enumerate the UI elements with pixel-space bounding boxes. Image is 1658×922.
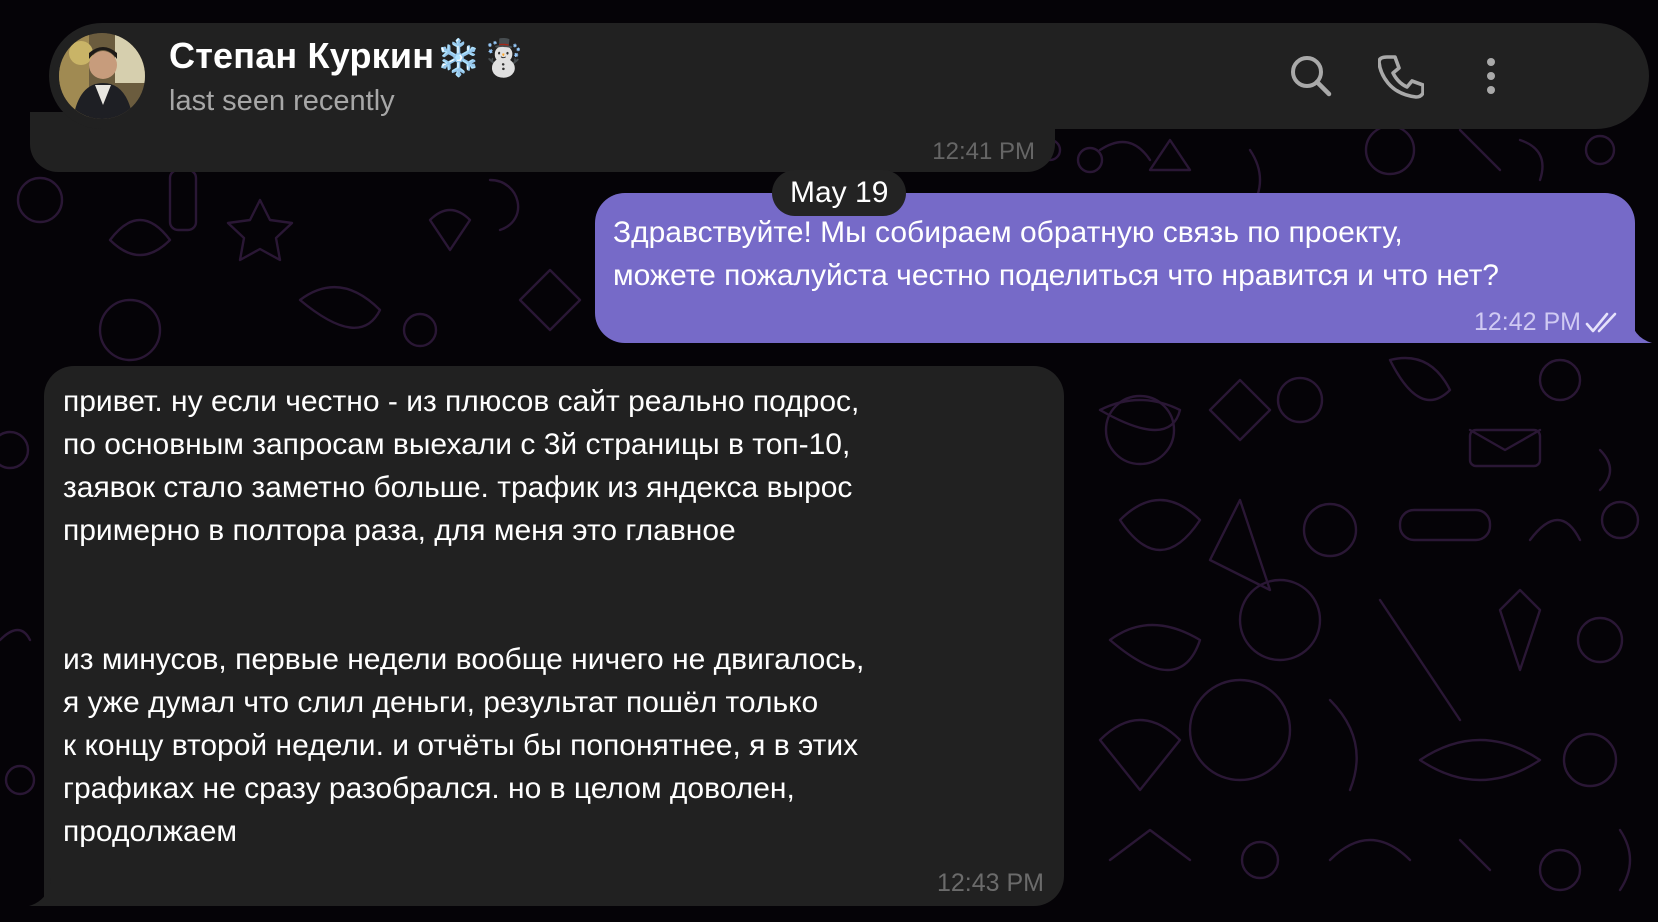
contact-name[interactable]: Степан Куркин❄️☃️ <box>169 35 526 79</box>
phone-icon <box>1378 55 1424 99</box>
avatar[interactable] <box>59 33 145 119</box>
incoming-message-line: продолжаем <box>63 815 238 848</box>
incoming-message-line: заявок стало заметно больше. трафик из я… <box>63 471 853 504</box>
outgoing-bubble-tail <box>1630 315 1652 343</box>
avatar-photo <box>59 33 145 119</box>
outgoing-message-line: Здравствуйте! Мы собираем обратную связь… <box>613 216 1403 249</box>
search-icon <box>1291 56 1332 97</box>
incoming-message-line: по основным запросам выехали с 3й страни… <box>63 428 851 461</box>
more-button[interactable] <box>1462 47 1520 105</box>
incoming-message[interactable]: привет. ну если честно - из плюсов сайт … <box>44 366 1064 906</box>
outgoing-message[interactable]: Здравствуйте! Мы собираем обратную связь… <box>595 193 1635 343</box>
incoming-message-line: из минусов, первые недели вообще ничего … <box>63 643 865 676</box>
outgoing-message-line: можете пожалуйста честно поделиться что … <box>613 259 1499 292</box>
search-button[interactable] <box>1282 47 1340 105</box>
chat-header: Степан Куркин❄️☃️ last seen recently <box>49 23 1649 129</box>
status-emoji: ❄️☃️ <box>436 37 527 79</box>
outgoing-message-meta: 12:42 PM <box>1474 308 1621 337</box>
incoming-message-line: я уже думал что слил деньги, результат п… <box>63 686 819 719</box>
chat-window: 12:41 PM Степан Куркин❄️☃️ last seen rec… <box>0 0 1658 922</box>
more-vertical-icon <box>1487 58 1495 94</box>
previous-message-time: 12:41 PM <box>932 138 1035 165</box>
incoming-message-line: примерно в полтора раза, для меня это гл… <box>63 514 736 547</box>
call-button[interactable] <box>1372 47 1430 105</box>
outgoing-message-time: 12:42 PM <box>1473 308 1581 336</box>
contact-status: last seen recently <box>169 85 395 117</box>
incoming-message-line: графиках не сразу разобрался. но в целом… <box>63 772 795 805</box>
incoming-message-time: 12:43 PM <box>936 869 1044 897</box>
incoming-bubble-tail <box>29 878 51 906</box>
incoming-message-line: привет. ну если честно - из плюсов сайт … <box>63 385 860 418</box>
contact-name-text: Степан Куркин <box>169 35 435 76</box>
double-check-icon <box>1585 312 1617 332</box>
incoming-message-line: к концу второй недели. и отчёты бы попон… <box>63 729 859 762</box>
date-separator: May 19 <box>772 170 907 216</box>
